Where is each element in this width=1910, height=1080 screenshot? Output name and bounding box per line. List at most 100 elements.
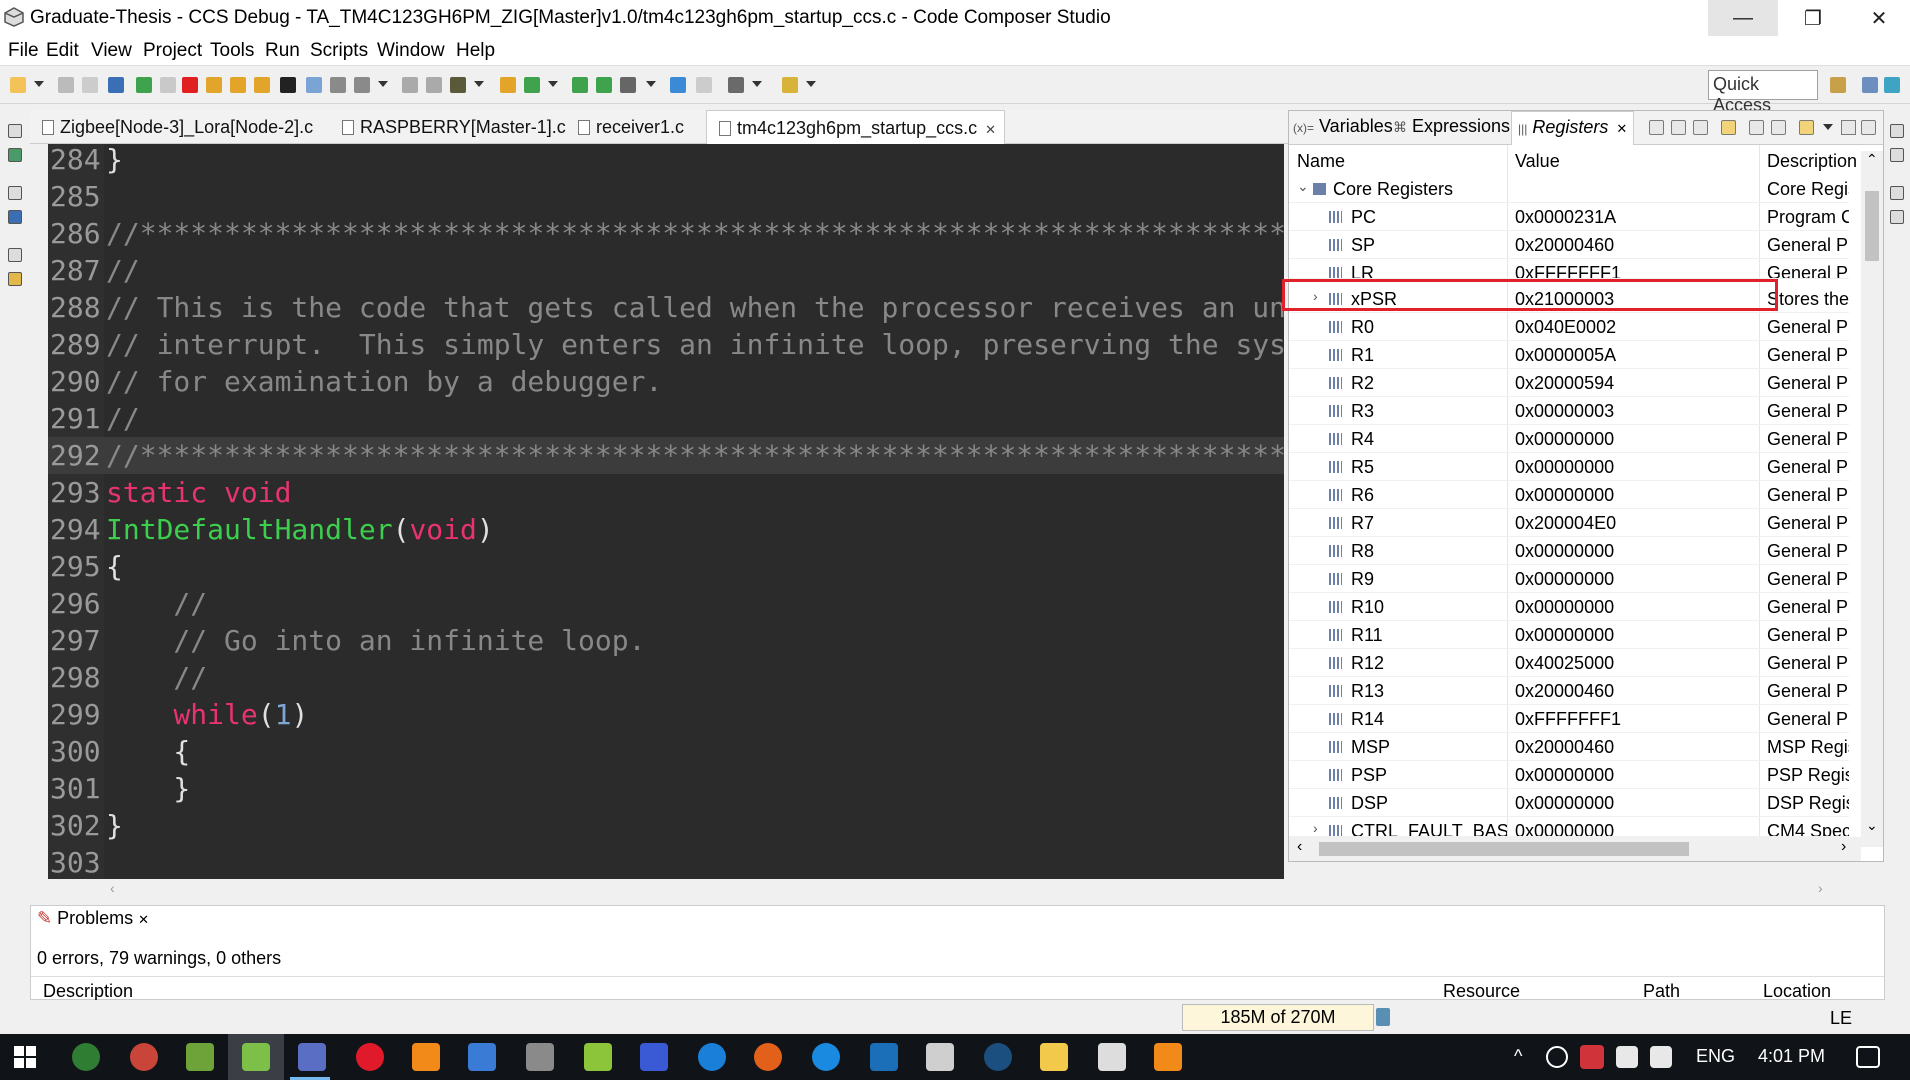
register-value[interactable]: 0x00000000 bbox=[1515, 765, 1614, 786]
run-dropdown-icon[interactable] bbox=[548, 81, 558, 87]
register-row[interactable]: LR 0xFFFFFFF1 General Pur bbox=[1289, 259, 1849, 279]
column-description[interactable]: Description bbox=[43, 981, 133, 1002]
sync-icon[interactable] bbox=[1799, 120, 1814, 135]
open-perspective-icon[interactable] bbox=[1830, 77, 1846, 93]
register-value[interactable]: 0x00000000 bbox=[1515, 625, 1614, 646]
save-icon[interactable] bbox=[58, 77, 74, 93]
run-icon[interactable] bbox=[524, 77, 540, 93]
register-group-row[interactable]: ⌄ Core Registers Core Regist bbox=[1289, 175, 1849, 203]
app-icon[interactable] bbox=[640, 1043, 668, 1071]
console-icon[interactable] bbox=[696, 77, 712, 93]
windows-start-icon[interactable] bbox=[14, 1046, 36, 1068]
tab-close-icon[interactable]: ✕ bbox=[138, 912, 149, 927]
notification-icon[interactable] bbox=[1856, 1046, 1880, 1068]
settings-dropdown-icon[interactable] bbox=[752, 81, 762, 87]
expand-icon[interactable]: › bbox=[1313, 820, 1318, 836]
network-icon[interactable] bbox=[1546, 1046, 1568, 1068]
register-row[interactable]: R6 0x00000000 General Pur bbox=[1289, 481, 1849, 509]
app-icon[interactable] bbox=[186, 1043, 214, 1071]
app-icon[interactable] bbox=[754, 1043, 782, 1071]
register-value[interactable]: 0x00000000 bbox=[1515, 569, 1614, 590]
register-row[interactable]: R4 0x00000000 General Pur bbox=[1289, 425, 1849, 453]
scroll-down-icon[interactable]: ⌄ bbox=[1866, 817, 1878, 834]
register-value[interactable]: 0x20000594 bbox=[1515, 373, 1614, 394]
vpn-icon[interactable] bbox=[1580, 1045, 1604, 1069]
app-icon[interactable] bbox=[870, 1043, 898, 1071]
disassembly-icon[interactable] bbox=[1890, 210, 1904, 224]
register-value[interactable]: 0x00000003 bbox=[1515, 401, 1614, 422]
register-value[interactable]: 0x00000000 bbox=[1515, 457, 1614, 478]
variables-view-icon[interactable] bbox=[1890, 148, 1904, 162]
scroll-right-icon[interactable]: › bbox=[1818, 880, 1823, 896]
maximize-button[interactable]: ❐ bbox=[1778, 0, 1848, 36]
search-icon[interactable] bbox=[670, 77, 686, 93]
debug-dropdown-icon[interactable] bbox=[474, 81, 484, 87]
refresh-icon[interactable] bbox=[596, 77, 612, 93]
expand-icon[interactable]: ⌄ bbox=[1297, 178, 1309, 195]
teamviewer-icon[interactable] bbox=[698, 1043, 726, 1071]
register-value[interactable]: 0x0000231A bbox=[1515, 207, 1616, 228]
register-row[interactable]: SP 0x20000460 General Pur bbox=[1289, 231, 1849, 259]
save-all-icon[interactable] bbox=[82, 77, 98, 93]
register-row[interactable]: R3 0x00000003 General Pur bbox=[1289, 397, 1849, 425]
menu-view[interactable]: View bbox=[91, 40, 132, 62]
perspective-debug-icon[interactable] bbox=[1862, 77, 1878, 93]
scrollbar-thumb[interactable] bbox=[1865, 191, 1879, 261]
tools-icon[interactable] bbox=[620, 77, 636, 93]
scroll-right-icon[interactable]: › bbox=[1841, 838, 1846, 856]
register-value[interactable]: 0x40025000 bbox=[1515, 653, 1614, 674]
register-row[interactable]: R7 0x200004E0 General Pur bbox=[1289, 509, 1849, 537]
tools-dropdown-icon[interactable] bbox=[646, 81, 656, 87]
registers-vertical-scrollbar[interactable]: ⌃ ⌄ bbox=[1861, 151, 1883, 847]
link-icon[interactable] bbox=[330, 77, 346, 93]
maximize-view-icon[interactable] bbox=[1861, 120, 1876, 135]
column-location[interactable]: Location bbox=[1763, 981, 1831, 1002]
register-value[interactable]: 0x00000000 bbox=[1515, 429, 1614, 450]
register-row[interactable]: R2 0x20000594 General Pur bbox=[1289, 369, 1849, 397]
terminate-icon[interactable] bbox=[182, 77, 198, 93]
app-icon[interactable] bbox=[526, 1043, 554, 1071]
register-value[interactable]: 0x20000460 bbox=[1515, 235, 1614, 256]
code-editor[interactable]: 284} 285 286//**************************… bbox=[48, 144, 1284, 879]
column-resource[interactable]: Resource bbox=[1443, 981, 1520, 1002]
register-value[interactable]: 0x040E0002 bbox=[1515, 317, 1616, 338]
register-value[interactable]: 0x00000000 bbox=[1515, 821, 1614, 836]
tab-variables[interactable]: (x)= Variables bbox=[1293, 116, 1393, 137]
photos-icon[interactable] bbox=[1098, 1043, 1126, 1071]
close-button[interactable]: ✕ bbox=[1848, 0, 1910, 36]
zalo-icon[interactable] bbox=[812, 1043, 840, 1071]
register-row[interactable]: PSP 0x00000000 PSP Registe bbox=[1289, 761, 1849, 789]
reset-icon[interactable] bbox=[572, 77, 588, 93]
step-over-icon[interactable] bbox=[230, 77, 246, 93]
register-value[interactable]: 0x20000460 bbox=[1515, 737, 1614, 758]
register-row[interactable]: PC 0x0000231A Program Co bbox=[1289, 203, 1849, 231]
tab-raspberry-file[interactable]: RASPBERRY[Master-1].c bbox=[342, 110, 566, 144]
vlc-icon[interactable] bbox=[412, 1043, 440, 1071]
new-icon[interactable] bbox=[10, 77, 26, 93]
memory-grid-icon[interactable] bbox=[280, 77, 296, 93]
step-into-icon[interactable] bbox=[206, 77, 222, 93]
restore-icon[interactable] bbox=[8, 186, 22, 200]
scroll-left-icon[interactable]: ‹ bbox=[1297, 838, 1302, 856]
perspective-ccs-icon[interactable] bbox=[1884, 77, 1900, 93]
menu-help[interactable]: Help bbox=[456, 40, 495, 62]
menu-project[interactable]: Project bbox=[143, 40, 202, 62]
pin-dropdown-icon[interactable] bbox=[806, 81, 816, 87]
register-value[interactable]: 0xFFFFFFF1 bbox=[1515, 263, 1621, 278]
breakpoint-icon[interactable] bbox=[402, 77, 418, 93]
tab-problems[interactable]: ✎ Problems ✕ bbox=[37, 908, 149, 929]
ccs-taskbar-icon[interactable] bbox=[298, 1043, 326, 1071]
refresh-registers-icon[interactable] bbox=[1721, 120, 1736, 135]
scrollbar-thumb[interactable] bbox=[1319, 842, 1689, 856]
select-icon[interactable] bbox=[1693, 120, 1708, 135]
suspend-icon[interactable] bbox=[160, 77, 176, 93]
minimize-button[interactable]: — bbox=[1708, 0, 1778, 36]
load-program-icon[interactable] bbox=[354, 77, 370, 93]
register-row[interactable]: R10 0x00000000 General Pur bbox=[1289, 593, 1849, 621]
pin-icon[interactable] bbox=[782, 77, 798, 93]
debug-bug-icon[interactable] bbox=[8, 148, 22, 162]
register-row[interactable]: R12 0x40025000 General Pur bbox=[1289, 649, 1849, 677]
tab-expressions[interactable]: ⌘ Expressions bbox=[1393, 116, 1510, 137]
register-value[interactable]: 0xFFFFFFF1 bbox=[1515, 709, 1621, 730]
language-indicator[interactable]: ENG bbox=[1696, 1046, 1735, 1067]
